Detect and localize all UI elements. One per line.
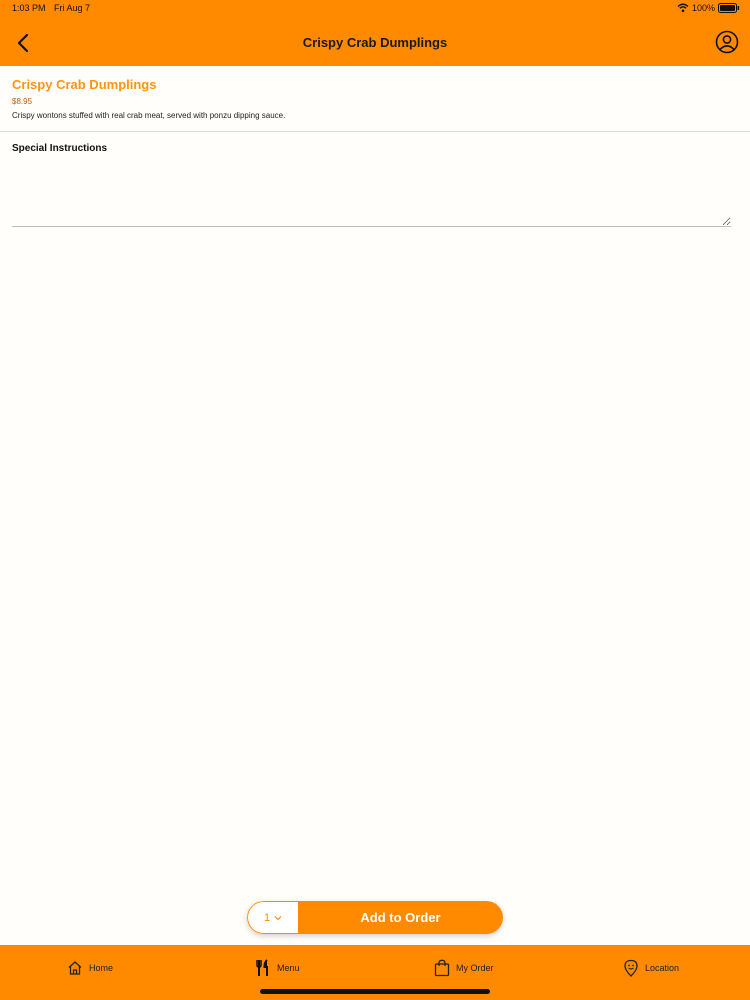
battery-icon — [718, 3, 740, 13]
add-to-order-button[interactable]: Add to Order — [298, 901, 503, 934]
shopping-bag-icon — [433, 959, 451, 977]
tab-label: Home — [89, 963, 114, 973]
tab-label: Location — [645, 963, 680, 973]
page-title: Crispy Crab Dumplings — [302, 35, 448, 50]
tab-my-order[interactable]: My Order — [433, 959, 494, 977]
special-instructions-label: Special Instructions — [12, 143, 108, 154]
tab-home[interactable]: Home — [66, 959, 113, 977]
wifi-icon — [677, 3, 689, 13]
item-price: $8.95 — [12, 97, 33, 106]
profile-button[interactable] — [714, 29, 740, 55]
tab-menu[interactable]: Menu — [254, 959, 300, 977]
item-name: Crispy Crab Dumplings — [12, 77, 157, 92]
tab-location[interactable]: Location — [622, 959, 679, 977]
chevron-down-icon — [274, 915, 282, 920]
tab-label: Menu — [277, 963, 300, 973]
user-circle-icon — [715, 30, 739, 54]
screen: 1:03 PM Fri Aug 7 100% Crispy Crab Dumpl… — [0, 0, 750, 1000]
location-pin-icon — [622, 959, 640, 977]
battery-percent: 100% — [691, 3, 715, 13]
home-indicator — [260, 989, 490, 994]
special-instructions-field[interactable] — [12, 158, 731, 227]
item-details: Crispy Crab Dumplings $8.95 Crispy wonto… — [0, 66, 750, 132]
home-icon — [66, 959, 84, 977]
status-date: Fri Aug 7 — [54, 3, 91, 13]
order-bar: 1 Add to Order — [247, 901, 503, 934]
fork-knife-icon — [254, 959, 272, 977]
quantity-value: 1 — [263, 911, 271, 924]
tab-label: My Order — [456, 963, 494, 973]
quantity-select[interactable]: 1 — [247, 901, 298, 934]
item-description: Crispy wontons stuffed with real crab me… — [12, 111, 286, 120]
status-time: 1:03 PM — [12, 3, 46, 13]
app-header: 1:03 PM Fri Aug 7 100% Crispy Crab Dumpl… — [0, 0, 750, 66]
status-indicators: 100% — [677, 3, 740, 13]
